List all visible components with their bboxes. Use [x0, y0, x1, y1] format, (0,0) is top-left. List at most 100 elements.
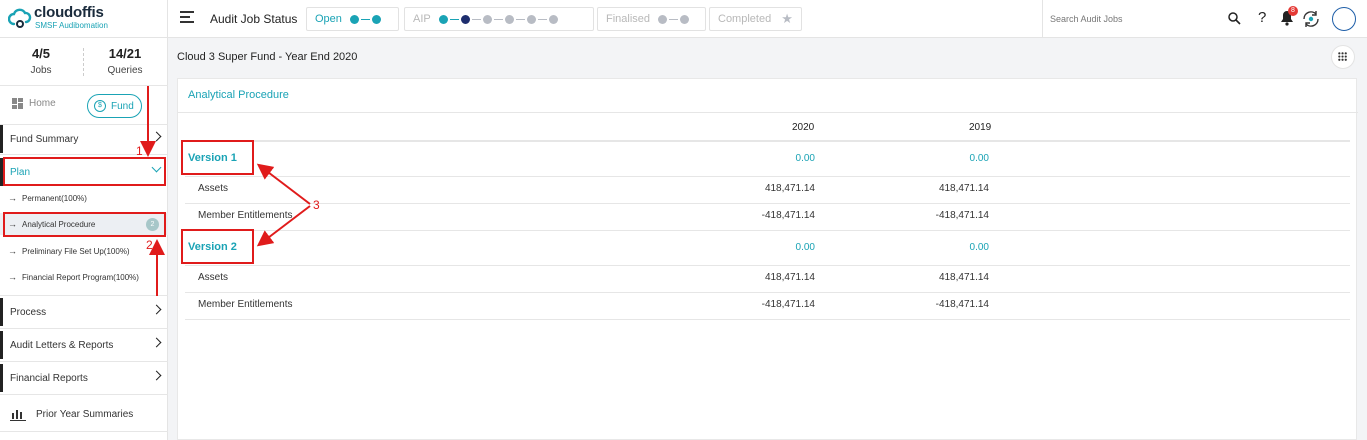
cloud-logo-icon: [8, 8, 32, 28]
divider: [167, 0, 168, 38]
sidebar: 4/5 Jobs 14/21 Queries Home $ Fund Fund …: [0, 38, 168, 440]
divider: [0, 394, 168, 395]
assets-2020: 418,471.14: [764, 272, 815, 283]
sidebar-subitem-preliminary-file-set-up[interactable]: → Preliminary File Set Up(100%): [0, 240, 168, 262]
annotation-number-3: 3: [313, 198, 320, 212]
assets-2020: 418,471.14: [764, 183, 815, 194]
sidebar-subitem-permanent[interactable]: → Permanent(100%): [0, 187, 168, 209]
divider: [185, 203, 1350, 204]
chevron-right-icon: [151, 337, 162, 348]
divider: [0, 361, 168, 362]
sidebar-item-financial-reports[interactable]: Financial Reports: [0, 364, 168, 392]
divider: [185, 292, 1350, 293]
sidebar-item-label: Financial Reports: [10, 372, 88, 384]
column-header-2019: 2019: [969, 122, 992, 133]
annotation-number-1: 1: [136, 144, 143, 158]
divider: [0, 328, 168, 329]
annotation-box-version-2: [181, 229, 254, 264]
row-label-member-entitlements: Member Entitlements: [198, 299, 293, 310]
fund-label: Fund: [111, 100, 134, 112]
member-entitlements-2019: -418,471.14: [935, 210, 989, 221]
stage-label: AIP: [413, 13, 431, 25]
sidebar-subitem-label: Financial Report Program(100%): [22, 272, 139, 282]
annotation-box-plan: [3, 157, 166, 186]
divider: [185, 176, 1350, 177]
dollar-icon: $: [94, 100, 106, 112]
queries-label: Queries: [107, 65, 143, 76]
arrow-right-icon: →: [8, 246, 17, 256]
divider: [185, 265, 1350, 266]
divider: [0, 295, 168, 296]
sidebar-subitem-financial-report-program[interactable]: → Financial Report Program(100%): [0, 266, 168, 288]
row-label-assets: Assets: [198, 183, 229, 194]
stage-progress: [438, 14, 558, 24]
member-entitlements-2019: -418,471.14: [935, 299, 989, 310]
sidebar-item-process[interactable]: Process: [0, 298, 168, 326]
arrow-right-icon: →: [8, 272, 17, 282]
bar-chart-icon: [10, 410, 26, 421]
home-label: Home: [29, 98, 56, 109]
annotation-number-2: 2: [146, 238, 153, 252]
assets-2019: 418,471.14: [938, 183, 989, 194]
search-icon[interactable]: [1227, 11, 1241, 25]
sidebar-subitem-label: Preliminary File Set Up(100%): [22, 246, 130, 256]
stage-open[interactable]: Open: [306, 7, 399, 31]
row-label-assets: Assets: [198, 272, 229, 283]
stage-label: Open: [315, 13, 342, 25]
fund-toggle-button[interactable]: $ Fund: [87, 94, 142, 118]
stage-completed[interactable]: Completed ★: [709, 7, 802, 31]
jobs-stat: 4/5 Jobs: [0, 46, 82, 76]
top-bar: cloudoffis SMSF Audibomation Audit Job S…: [0, 0, 1367, 38]
home-link[interactable]: Home: [12, 98, 56, 109]
version-2-total-2019: 0.00: [969, 242, 989, 253]
sync-icon[interactable]: [1301, 9, 1321, 29]
sidebar-item-label: Audit Letters & Reports: [10, 339, 114, 351]
divider: [185, 140, 1350, 142]
logo[interactable]: cloudoffis SMSF Audibomation: [8, 4, 158, 34]
divider: [185, 319, 1350, 320]
queries-count: 14/21: [108, 46, 142, 61]
page-title: Cloud 3 Super Fund - Year End 2020: [177, 51, 358, 63]
help-icon[interactable]: ?: [1258, 9, 1266, 26]
version-1-total-2019: 0.00: [969, 153, 989, 164]
divider: [185, 230, 1350, 231]
brand-tagline: SMSF Audibomation: [35, 21, 108, 30]
jobs-label: Jobs: [30, 65, 52, 76]
stage-finalised[interactable]: Finalised: [597, 7, 706, 31]
divider: [0, 431, 168, 432]
card-title: Analytical Procedure: [188, 89, 289, 101]
search-box: [1042, 0, 1246, 38]
chevron-right-icon: [151, 304, 162, 315]
divider: [178, 112, 1358, 113]
chevron-right-icon: [151, 370, 162, 381]
analytical-procedure-card: Analytical Procedure 2020 2019 Version 1…: [177, 78, 1358, 440]
user-avatar[interactable]: [1332, 7, 1356, 31]
assets-2019: 418,471.14: [938, 272, 989, 283]
stage-label: Finalised: [606, 13, 651, 25]
queries-stat: 14/21 Queries: [84, 46, 166, 76]
stage-label: Completed: [718, 13, 772, 25]
star-icon: ★: [781, 11, 793, 26]
annotation-box-analytical-procedure: [3, 212, 166, 237]
annotation-box-version-1: [181, 140, 254, 175]
row-label-member-entitlements: Member Entitlements: [198, 210, 293, 221]
hamburger-menu-icon[interactable]: [180, 11, 194, 25]
version-1-total-2020: 0.00: [795, 153, 815, 164]
sidebar-item-label: Fund Summary: [10, 133, 79, 145]
apps-grid-icon[interactable]: [1331, 45, 1355, 69]
divider: [0, 85, 168, 86]
search-input[interactable]: [1050, 11, 1210, 27]
stage-progress: [658, 14, 690, 24]
brand-name: cloudoffis: [34, 4, 104, 21]
sidebar-item-audit-letters-reports[interactable]: Audit Letters & Reports: [0, 331, 168, 359]
sidebar-item-label: Process: [10, 306, 47, 318]
column-header-2020: 2020: [792, 122, 815, 133]
prior-year-summaries-label: Prior Year Summaries: [36, 409, 134, 420]
prior-year-summaries-link[interactable]: Prior Year Summaries: [10, 408, 133, 421]
dashboard-icon: [12, 98, 23, 109]
member-entitlements-2020: -418,471.14: [761, 210, 815, 221]
jobs-count: 4/5: [31, 46, 51, 61]
notification-badge: 8: [1288, 6, 1298, 16]
version-2-total-2020: 0.00: [795, 242, 815, 253]
stage-aip[interactable]: AIP: [404, 7, 594, 31]
